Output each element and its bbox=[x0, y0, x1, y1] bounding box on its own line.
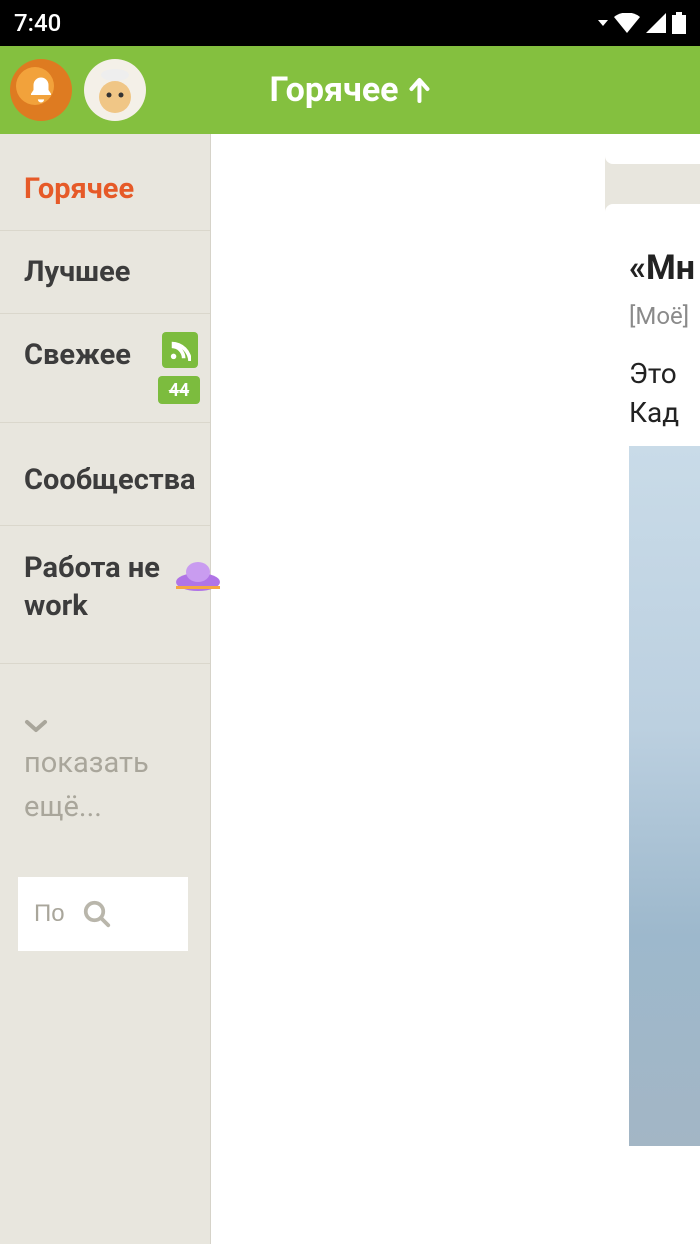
post-body-line: Кад bbox=[629, 393, 700, 432]
cell-signal-icon bbox=[646, 13, 666, 33]
sidebar-item-label: Свежее bbox=[24, 338, 131, 372]
wifi-icon bbox=[614, 13, 640, 33]
appbar-title-text: Горячее bbox=[269, 70, 398, 110]
arrow-up-icon bbox=[409, 77, 431, 103]
rss-icon bbox=[162, 332, 198, 368]
search-input[interactable] bbox=[34, 900, 74, 928]
sidebar-item-fresh[interactable]: Свежее 44 bbox=[0, 314, 210, 423]
post-tag: [Моё] bbox=[629, 302, 700, 330]
chevron-down-icon bbox=[24, 718, 48, 734]
sidebar-item-label: Сообщества bbox=[24, 463, 196, 497]
right-column: «Мн [Моё] Это Кад bbox=[605, 134, 700, 1244]
avatar-icon bbox=[90, 65, 140, 115]
appbar: Горячее bbox=[0, 46, 700, 134]
post-card[interactable]: «Мн [Моё] Это Кад bbox=[605, 204, 700, 1244]
sidebar-item-label: Горячее bbox=[24, 172, 134, 206]
card-top-fragment bbox=[605, 134, 700, 164]
sidebar-item-communities[interactable]: Сообщества bbox=[0, 423, 210, 526]
search-box[interactable] bbox=[18, 877, 188, 951]
statusbar-indicators bbox=[598, 12, 686, 34]
notifications-button[interactable] bbox=[10, 59, 72, 121]
post-title: «Мн bbox=[629, 248, 700, 288]
avatar[interactable] bbox=[84, 59, 146, 121]
show-more-label: показать ещё... bbox=[24, 742, 186, 829]
bell-icon bbox=[26, 74, 56, 106]
fresh-count-badge: 44 bbox=[158, 376, 200, 404]
search-icon bbox=[82, 899, 112, 929]
sidebar: Горячее Лучшее Свежее 44 Сообщества Рабо… bbox=[0, 134, 210, 1244]
battery-icon bbox=[672, 12, 686, 34]
content-column bbox=[210, 134, 605, 1244]
sidebar-item-work[interactable]: Работа не work bbox=[0, 526, 210, 664]
sidebar-item-label: Работа не work bbox=[24, 551, 160, 623]
dropdown-caret-icon bbox=[598, 18, 608, 28]
post-image bbox=[629, 446, 700, 1146]
sidebar-item-hot[interactable]: Горячее bbox=[0, 154, 210, 231]
ufo-icon bbox=[176, 554, 220, 598]
post-body-line: Это bbox=[629, 354, 700, 393]
show-more-button[interactable]: показать ещё... bbox=[0, 664, 210, 849]
appbar-title[interactable]: Горячее bbox=[269, 70, 430, 110]
sidebar-item-best[interactable]: Лучшее bbox=[0, 231, 210, 314]
statusbar: 7:40 bbox=[0, 0, 700, 46]
sidebar-item-label: Лучшее bbox=[24, 255, 130, 289]
statusbar-time: 7:40 bbox=[14, 9, 61, 37]
